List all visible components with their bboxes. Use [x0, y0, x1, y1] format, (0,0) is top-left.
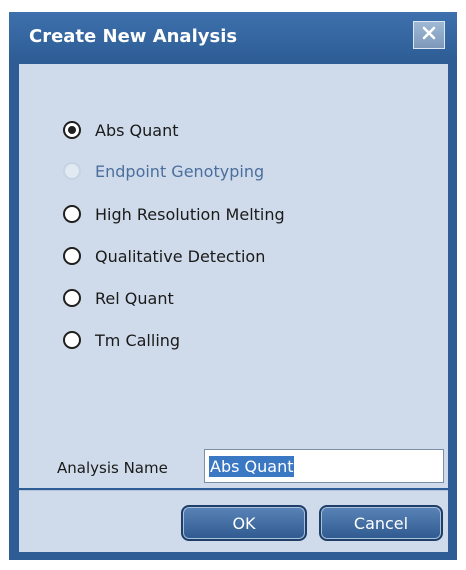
ok-button[interactable]: OK — [181, 505, 307, 541]
analysis-name-value: Abs Quant — [209, 455, 295, 477]
create-analysis-dialog: Create New Analysis Abs Quant Endpoint G… — [9, 12, 457, 560]
radio-abs-quant[interactable]: Abs Quant — [63, 117, 178, 143]
radio-button[interactable] — [63, 289, 81, 307]
content-panel: Abs Quant Endpoint Genotyping High Resol… — [19, 64, 448, 488]
title-bar: Create New Analysis — [9, 12, 457, 62]
dialog-title: Create New Analysis — [29, 26, 238, 47]
radio-high-resolution-melting[interactable]: High Resolution Melting — [63, 201, 285, 227]
radio-label: Qualitative Detection — [95, 246, 266, 266]
radio-label: Rel Quant — [95, 288, 174, 308]
radio-button[interactable] — [63, 205, 81, 223]
radio-label: Tm Calling — [95, 330, 181, 350]
close-button[interactable] — [413, 21, 445, 49]
cancel-button[interactable]: Cancel — [319, 505, 443, 541]
analysis-name-label: Analysis Name — [57, 459, 168, 477]
radio-label: Endpoint Genotyping — [95, 161, 265, 181]
radio-button[interactable] — [63, 331, 81, 349]
button-bar: OK Cancel — [19, 490, 448, 552]
radio-label: Abs Quant — [95, 120, 179, 140]
radio-label: High Resolution Melting — [95, 204, 285, 224]
radio-button[interactable] — [63, 121, 81, 139]
radio-rel-quant[interactable]: Rel Quant — [63, 285, 174, 311]
radio-qualitative-detection[interactable]: Qualitative Detection — [63, 243, 265, 269]
radio-button[interactable] — [63, 247, 81, 265]
close-icon — [421, 25, 437, 45]
radio-tm-calling[interactable]: Tm Calling — [63, 327, 180, 353]
radio-endpoint-genotyping: Endpoint Genotyping — [63, 158, 264, 184]
analysis-name-input[interactable]: Abs Quant — [204, 449, 444, 483]
radio-button — [63, 162, 81, 180]
